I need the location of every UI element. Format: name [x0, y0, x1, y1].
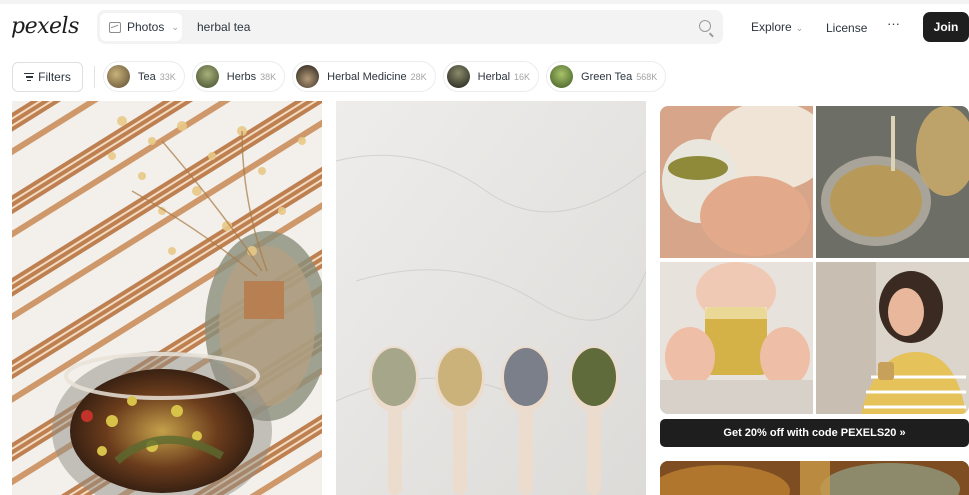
chip-tea[interactable]: Tea 33K	[103, 61, 185, 92]
search-type-dropdown[interactable]: Photos ⌄	[100, 13, 182, 41]
pexels-logo[interactable]: pexels	[11, 14, 79, 39]
chip-count: 28K	[410, 71, 427, 82]
promo-tile-4	[816, 262, 969, 414]
photo-herbs-on-spoons[interactable]	[336, 101, 646, 495]
promo-tile-2	[816, 106, 969, 258]
chip-thumbnail	[296, 65, 320, 88]
search-input[interactable]: herbal tea	[197, 20, 250, 34]
more-menu-button[interactable]: ···	[887, 16, 900, 31]
search-icon[interactable]	[699, 20, 711, 32]
chip-label: Green Tea	[581, 70, 633, 83]
photo-spoons-art	[336, 101, 646, 495]
chip-label: Herbal Medicine	[327, 70, 407, 83]
chip-count: 38K	[260, 71, 277, 82]
chevron-down-icon: ⌄	[171, 21, 179, 32]
promo-photo-collage[interactable]	[660, 106, 969, 414]
chip-herbal[interactable]: Herbal 16K	[442, 61, 540, 92]
image-icon	[109, 21, 121, 33]
promo-tile-1	[660, 106, 813, 258]
chip-thumbnail	[446, 65, 470, 88]
chip-label: Herbal	[477, 70, 511, 83]
photo-partial-bottom[interactable]	[660, 461, 969, 495]
filters-label: Filters	[38, 70, 71, 84]
search-bar[interactable]: Photos ⌄ herbal tea	[97, 10, 723, 44]
related-search-chips: Tea 33K Herbs 38K Herbal Medicine 28K He…	[103, 61, 673, 93]
filter-divider	[94, 66, 95, 88]
chip-herbal-medicine[interactable]: Herbal Medicine 28K	[292, 61, 436, 92]
promo-tile-3	[660, 262, 813, 414]
promo-code-button[interactable]: Get 20% off with code PEXELS20 »	[660, 419, 969, 447]
filters-button[interactable]: Filters	[12, 62, 83, 92]
chip-count: 33K	[159, 71, 176, 82]
nav-license[interactable]: License	[826, 21, 867, 35]
filter-lines-icon	[24, 73, 35, 82]
chip-count: 568K	[636, 71, 658, 82]
chevron-down-icon: ⌄	[795, 23, 804, 33]
chip-thumbnail	[550, 65, 574, 88]
nav-explore[interactable]: Explore ⌄	[751, 20, 803, 34]
nav-explore-label: Explore	[751, 20, 792, 34]
chip-green-tea[interactable]: Green Tea 568K	[546, 61, 667, 92]
photo-partial-art	[660, 461, 969, 495]
site-header: pexels Photos ⌄ herbal tea Explore ⌄ Lice…	[0, 4, 969, 50]
search-type-label: Photos	[127, 20, 165, 34]
photo-teapot-art	[12, 101, 322, 495]
chip-thumbnail	[195, 65, 219, 88]
join-button[interactable]: Join	[923, 12, 969, 42]
chip-herbs[interactable]: Herbs 38K	[191, 61, 286, 92]
photo-herbal-tea-teapot[interactable]	[12, 101, 322, 495]
chip-label: Herbs	[226, 70, 257, 83]
chip-thumbnail	[107, 65, 130, 88]
chip-label: Tea	[138, 70, 156, 83]
chip-count: 16K	[514, 71, 531, 82]
